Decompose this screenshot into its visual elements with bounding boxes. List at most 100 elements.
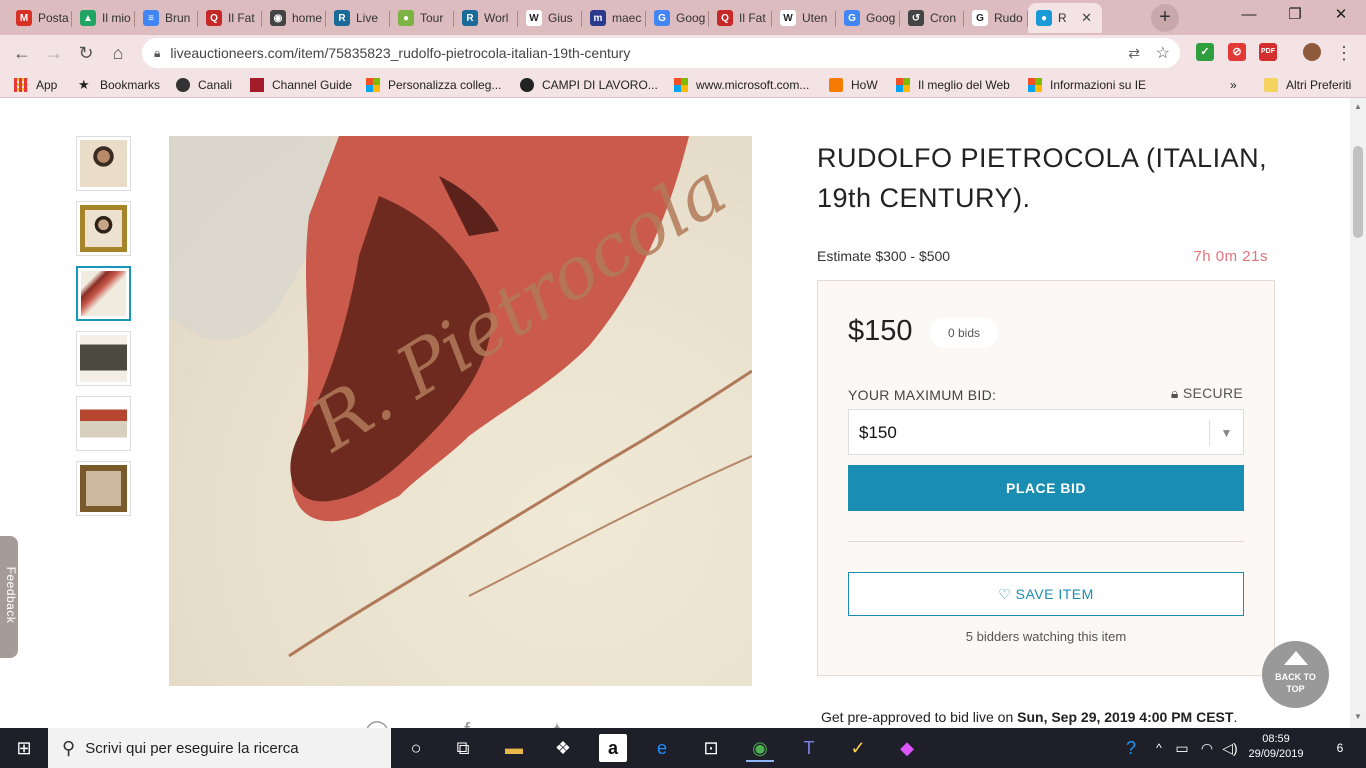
globe-icon (176, 78, 190, 92)
cortana-icon[interactable]: ○ (402, 734, 430, 762)
estimate-text: Estimate $300 - $500 (817, 248, 951, 264)
save-item-button[interactable]: ♡ SAVE ITEM (848, 572, 1244, 616)
pinterest-share-icon[interactable]: ◯ (362, 718, 392, 728)
globe-icon: ◉ (270, 10, 286, 26)
bookmark-item[interactable]: Channel Guide (250, 76, 352, 94)
chrome-icon[interactable]: ◉ (746, 734, 774, 762)
clock-date: 29/09/2019 (1248, 748, 1304, 760)
reload-button[interactable]: ↻ (72, 39, 100, 67)
windows-start-icon[interactable]: ⊞ (10, 734, 38, 762)
bookmark-item[interactable]: Altri Preferiti (1264, 76, 1351, 94)
tab-3[interactable]: ≡ Brun (135, 3, 198, 33)
notifications-icon[interactable]: 6 (1326, 734, 1354, 762)
norton-icon[interactable]: ✓ (844, 734, 872, 762)
vertical-scrollbar[interactable]: ▲ ▼ (1350, 98, 1366, 728)
wikipedia-icon: W (780, 10, 796, 26)
file-explorer-icon[interactable]: ▬ (500, 734, 528, 762)
frame-back-thumbnail-image (80, 465, 127, 512)
help-icon[interactable]: ? (1117, 734, 1145, 762)
place-bid-button[interactable]: PLACE BID (848, 465, 1244, 511)
tab-2[interactable]: ▲ Il mio (72, 3, 135, 33)
address-bar[interactable]: 🔒︎ liveauctioneers.com/item/75835823_rud… (142, 38, 1180, 68)
facebook-share-icon[interactable]: f (452, 718, 482, 728)
tab-15[interactable]: ↺ Cron (900, 3, 964, 33)
adblock-extension-icon[interactable]: ⊘ (1228, 43, 1246, 61)
teams-icon[interactable]: T (795, 734, 823, 762)
close-tab-icon[interactable]: ✕ (1081, 10, 1092, 26)
tab-1[interactable]: M Posta (8, 3, 72, 33)
campi-icon (520, 78, 534, 92)
translate-icon[interactable]: ⇄ (1128, 45, 1140, 62)
item-title: RUDOLFO PIETROCOLA (ITALIAN, 19th CENTUR… (817, 143, 1268, 213)
bookmark-item[interactable]: Informazioni su IE (1028, 76, 1146, 94)
thumbnail-6[interactable] (76, 461, 131, 516)
maps-pin-icon[interactable]: ◆ (893, 734, 921, 762)
edge-icon[interactable]: e (648, 734, 676, 762)
bookmark-item[interactable]: Canali (176, 76, 232, 94)
thumbnail-1[interactable] (76, 136, 131, 191)
bookmark-item[interactable]: Il meglio del Web (896, 76, 1010, 94)
tab-label: maec (612, 11, 642, 25)
thumbnail-2[interactable] (76, 201, 131, 256)
scroll-up-icon[interactable]: ▲ (1354, 102, 1362, 111)
tab-8[interactable]: R Worl (454, 3, 518, 33)
bookmark-item[interactable]: HoW (829, 76, 878, 94)
main-item-image[interactable]: R. Pietrocola (169, 136, 752, 686)
twitter-share-icon[interactable]: ✦ (542, 718, 572, 728)
thumbnail-5[interactable] (76, 396, 131, 451)
store-icon[interactable]: ⊡ (697, 734, 725, 762)
menu-icon[interactable]: ⋮ (1330, 39, 1358, 67)
forward-button[interactable]: → (40, 39, 68, 67)
preapproval-suffix: . (1233, 709, 1238, 725)
home-button[interactable]: ⌂ (104, 39, 132, 67)
taskbar-clock[interactable]: 08:59 29/09/2019 (1246, 732, 1306, 762)
tab-14[interactable]: G Goog (836, 3, 900, 33)
taskbar-search-box[interactable]: ⚲ Scrivi qui per eseguire la ricerca (48, 728, 391, 768)
dropbox-icon[interactable]: ❖ (549, 734, 577, 762)
profile-avatar[interactable] (1303, 43, 1321, 61)
tab-12[interactable]: Q Il Fat (709, 3, 772, 33)
feedback-label: Feedback (4, 566, 18, 624)
tab-16[interactable]: G Rudo (964, 3, 1028, 33)
bookmark-item[interactable]: » (1230, 76, 1237, 94)
tab-10[interactable]: m maec (582, 3, 646, 33)
chevron-down-icon[interactable]: ▼ (1209, 420, 1243, 446)
feedback-tab[interactable]: Feedback (0, 536, 18, 658)
tab-17[interactable]: ● R ✕ (1028, 3, 1102, 33)
tab-13[interactable]: W Uten (772, 3, 836, 33)
tab-6[interactable]: R Live (326, 3, 390, 33)
scrollbar-thumb[interactable] (1353, 146, 1363, 238)
bookmark-item[interactable]: www.microsoft.com... (674, 76, 809, 94)
minimize-button[interactable]: — (1226, 0, 1272, 32)
checkmark-extension-icon[interactable]: ✓ (1196, 43, 1214, 61)
close-window-button[interactable]: ✕ (1318, 0, 1364, 32)
bookmark-item[interactable]: ★ Bookmarks (78, 76, 160, 94)
task-view-icon[interactable]: ⧉ (449, 734, 477, 762)
tab-11[interactable]: G Goog (646, 3, 709, 33)
translate-icon: G (844, 10, 860, 26)
bookmark-item[interactable]: App (14, 76, 57, 94)
back-to-top-button[interactable]: BACK TO TOP (1262, 641, 1329, 708)
max-bid-select[interactable]: $150 ▼ (848, 409, 1244, 455)
amazon-icon[interactable]: a (599, 734, 627, 762)
tab-9[interactable]: W Gius (518, 3, 582, 33)
bookmark-item[interactable]: Personalizza colleg... (366, 76, 501, 94)
new-tab-button[interactable]: + (1151, 4, 1179, 32)
back-button[interactable]: ← (8, 39, 36, 67)
thumbnail-4[interactable] (76, 331, 131, 386)
bookmark-star-icon[interactable]: ☆ (1156, 43, 1170, 63)
tab-5[interactable]: ◉ home (262, 3, 326, 33)
maximize-button[interactable]: ❐ (1272, 0, 1318, 32)
battery-icon[interactable]: ▭ (1168, 734, 1196, 762)
tab-4[interactable]: Q Il Fat (198, 3, 262, 33)
thumbnail-3-selected[interactable] (76, 266, 131, 321)
volume-icon[interactable]: ◁) (1216, 734, 1244, 762)
tab-label: Brun (165, 11, 191, 25)
email-share-icon[interactable]: ▬ (268, 718, 298, 728)
bookmark-item[interactable]: CAMPI DI LAVORO... (520, 76, 658, 94)
pdf-extension-icon[interactable]: PDF (1259, 43, 1277, 61)
bookmark-label: Altri Preferiti (1286, 78, 1352, 92)
scroll-down-icon[interactable]: ▼ (1354, 712, 1362, 721)
tab-7[interactable]: ● Tour (390, 3, 454, 33)
detail-thumbnail-image (80, 335, 127, 382)
